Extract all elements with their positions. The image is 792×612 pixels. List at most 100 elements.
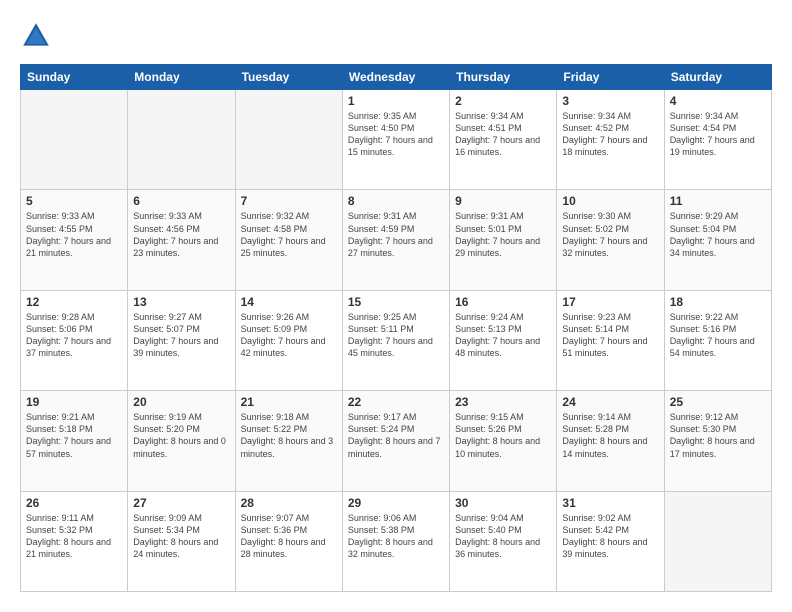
day-cell: 7Sunrise: 9:32 AMSunset: 4:58 PMDaylight… — [235, 190, 342, 290]
day-number: 20 — [133, 395, 229, 409]
weekday-header-monday: Monday — [128, 65, 235, 90]
day-info: Sunrise: 9:09 AMSunset: 5:34 PMDaylight:… — [133, 512, 229, 561]
day-info: Sunrise: 9:25 AMSunset: 5:11 PMDaylight:… — [348, 311, 444, 360]
day-cell: 15 Sunrise: 9:25 AMSunset: 5:11 PMDayligh… — [342, 290, 449, 390]
day-cell: 14 Sunrise: 9:26 AMSunset: 5:09 PMDayligh… — [235, 290, 342, 390]
day-number: 27 — [133, 496, 229, 510]
weekday-header-tuesday: Tuesday — [235, 65, 342, 90]
day-cell: 1Sunrise: 9:35 AMSunset: 4:50 PMDaylight… — [342, 90, 449, 190]
day-cell: 25 Sunrise: 9:12 AMSunset: 5:30 PMDayligh… — [664, 391, 771, 491]
day-number: 16 — [455, 295, 551, 309]
day-cell — [128, 90, 235, 190]
day-number: 25 — [670, 395, 766, 409]
day-info: Sunrise: 9:19 AMSunset: 5:20 PMDaylight:… — [133, 411, 229, 460]
day-info: Sunrise: 9:28 AMSunset: 5:06 PMDaylight:… — [26, 311, 122, 360]
weekday-header-row: SundayMondayTuesdayWednesdayThursdayFrid… — [21, 65, 772, 90]
day-cell: 4Sunrise: 9:34 AMSunset: 4:54 PMDaylight… — [664, 90, 771, 190]
day-number: 29 — [348, 496, 444, 510]
day-info: Sunrise: 9:31 AMSunset: 4:59 PMDaylight:… — [348, 210, 444, 259]
day-cell: 12 Sunrise: 9:28 AMSunset: 5:06 PMDayligh… — [21, 290, 128, 390]
day-cell: 9 Sunrise: 9:31 AMSunset: 5:01 PMDaylight… — [450, 190, 557, 290]
day-info: Sunrise: 9:22 AMSunset: 5:16 PMDaylight:… — [670, 311, 766, 360]
day-number: 18 — [670, 295, 766, 309]
day-info: Sunrise: 9:07 AMSunset: 5:36 PMDaylight:… — [241, 512, 337, 561]
day-cell: 19Sunrise: 9:21 AMSunset: 5:18 PMDayligh… — [21, 391, 128, 491]
day-number: 31 — [562, 496, 658, 510]
day-number: 12 — [26, 295, 122, 309]
page: SundayMondayTuesdayWednesdayThursdayFrid… — [0, 0, 792, 612]
day-info: Sunrise: 9:31 AMSunset: 5:01 PMDaylight:… — [455, 210, 551, 259]
week-row-4: 19Sunrise: 9:21 AMSunset: 5:18 PMDayligh… — [21, 391, 772, 491]
day-number: 6 — [133, 194, 229, 208]
day-number: 30 — [455, 496, 551, 510]
day-info: Sunrise: 9:17 AMSunset: 5:24 PMDaylight:… — [348, 411, 444, 460]
weekday-header-saturday: Saturday — [664, 65, 771, 90]
day-info: Sunrise: 9:32 AMSunset: 4:58 PMDaylight:… — [241, 210, 337, 259]
day-number: 11 — [670, 194, 766, 208]
week-row-1: 1Sunrise: 9:35 AMSunset: 4:50 PMDaylight… — [21, 90, 772, 190]
week-row-5: 26 Sunrise: 9:11 AMSunset: 5:32 PMDayligh… — [21, 491, 772, 591]
day-info: Sunrise: 9:34 AMSunset: 4:51 PMDaylight:… — [455, 110, 551, 159]
day-info: Sunrise: 9:14 AMSunset: 5:28 PMDaylight:… — [562, 411, 658, 460]
day-info: Sunrise: 9:26 AMSunset: 5:09 PMDaylight:… — [241, 311, 337, 360]
day-info: Sunrise: 9:21 AMSunset: 5:18 PMDaylight:… — [26, 411, 122, 460]
day-number: 15 — [348, 295, 444, 309]
header — [20, 20, 772, 52]
day-info: Sunrise: 9:06 AMSunset: 5:38 PMDaylight:… — [348, 512, 444, 561]
day-info: Sunrise: 9:15 AMSunset: 5:26 PMDaylight:… — [455, 411, 551, 460]
day-info: Sunrise: 9:04 AMSunset: 5:40 PMDaylight:… — [455, 512, 551, 561]
day-number: 10 — [562, 194, 658, 208]
day-cell: 21 Sunrise: 9:18 AMSunset: 5:22 PMDayligh… — [235, 391, 342, 491]
day-cell: 6 Sunrise: 9:33 AMSunset: 4:56 PMDaylight… — [128, 190, 235, 290]
weekday-header-sunday: Sunday — [21, 65, 128, 90]
day-cell: 16 Sunrise: 9:24 AMSunset: 5:13 PMDayligh… — [450, 290, 557, 390]
day-info: Sunrise: 9:27 AMSunset: 5:07 PMDaylight:… — [133, 311, 229, 360]
day-info: Sunrise: 9:11 AMSunset: 5:32 PMDaylight:… — [26, 512, 122, 561]
day-number: 8 — [348, 194, 444, 208]
day-number: 21 — [241, 395, 337, 409]
weekday-header-wednesday: Wednesday — [342, 65, 449, 90]
day-cell: 23 Sunrise: 9:15 AMSunset: 5:26 PMDayligh… — [450, 391, 557, 491]
day-number: 1 — [348, 94, 444, 108]
day-cell: 29 Sunrise: 9:06 AMSunset: 5:38 PMDayligh… — [342, 491, 449, 591]
weekday-header-thursday: Thursday — [450, 65, 557, 90]
day-cell: 2 Sunrise: 9:34 AMSunset: 4:51 PMDaylight… — [450, 90, 557, 190]
day-number: 14 — [241, 295, 337, 309]
day-cell: 30 Sunrise: 9:04 AMSunset: 5:40 PMDayligh… — [450, 491, 557, 591]
day-number: 3 — [562, 94, 658, 108]
day-number: 4 — [670, 94, 766, 108]
day-number: 24 — [562, 395, 658, 409]
day-cell: 27 Sunrise: 9:09 AMSunset: 5:34 PMDayligh… — [128, 491, 235, 591]
day-info: Sunrise: 9:30 AMSunset: 5:02 PMDaylight:… — [562, 210, 658, 259]
weekday-header-friday: Friday — [557, 65, 664, 90]
day-cell: 8 Sunrise: 9:31 AMSunset: 4:59 PMDaylight… — [342, 190, 449, 290]
day-cell: 26 Sunrise: 9:11 AMSunset: 5:32 PMDayligh… — [21, 491, 128, 591]
calendar-table: SundayMondayTuesdayWednesdayThursdayFrid… — [20, 64, 772, 592]
day-number: 9 — [455, 194, 551, 208]
day-info: Sunrise: 9:29 AMSunset: 5:04 PMDaylight:… — [670, 210, 766, 259]
day-cell: 5 Sunrise: 9:33 AMSunset: 4:55 PMDaylight… — [21, 190, 128, 290]
day-cell — [235, 90, 342, 190]
day-cell: 20 Sunrise: 9:19 AMSunset: 5:20 PMDayligh… — [128, 391, 235, 491]
day-number: 2 — [455, 94, 551, 108]
day-cell: 10 Sunrise: 9:30 AMSunset: 5:02 PMDayligh… — [557, 190, 664, 290]
day-info: Sunrise: 9:18 AMSunset: 5:22 PMDaylight:… — [241, 411, 337, 460]
day-number: 23 — [455, 395, 551, 409]
day-cell: 24 Sunrise: 9:14 AMSunset: 5:28 PMDayligh… — [557, 391, 664, 491]
day-info: Sunrise: 9:12 AMSunset: 5:30 PMDaylight:… — [670, 411, 766, 460]
day-info: Sunrise: 9:24 AMSunset: 5:13 PMDaylight:… — [455, 311, 551, 360]
day-cell: 3Sunrise: 9:34 AMSunset: 4:52 PMDaylight… — [557, 90, 664, 190]
day-number: 26 — [26, 496, 122, 510]
day-cell: 17Sunrise: 9:23 AMSunset: 5:14 PMDayligh… — [557, 290, 664, 390]
day-info: Sunrise: 9:33 AMSunset: 4:56 PMDaylight:… — [133, 210, 229, 259]
logo — [20, 20, 58, 52]
logo-icon — [20, 20, 52, 52]
day-number: 22 — [348, 395, 444, 409]
day-cell — [21, 90, 128, 190]
day-info: Sunrise: 9:33 AMSunset: 4:55 PMDaylight:… — [26, 210, 122, 259]
day-cell: 11 Sunrise: 9:29 AMSunset: 5:04 PMDayligh… — [664, 190, 771, 290]
day-cell: 13Sunrise: 9:27 AMSunset: 5:07 PMDayligh… — [128, 290, 235, 390]
week-row-3: 12 Sunrise: 9:28 AMSunset: 5:06 PMDayligh… — [21, 290, 772, 390]
day-cell: 28Sunrise: 9:07 AMSunset: 5:36 PMDayligh… — [235, 491, 342, 591]
day-number: 5 — [26, 194, 122, 208]
